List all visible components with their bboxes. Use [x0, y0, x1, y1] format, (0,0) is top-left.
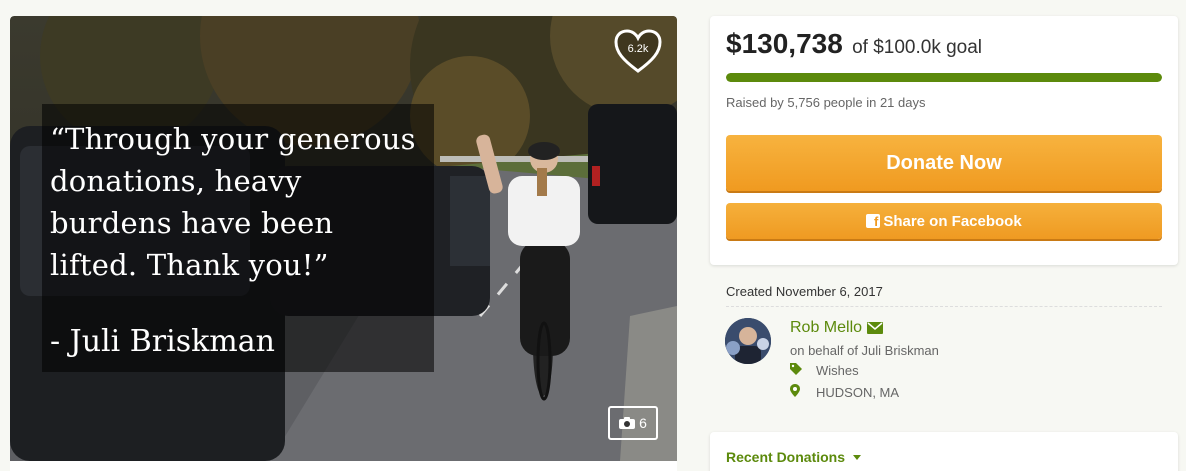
- raised-summary: $130,738 of $100.0k goal: [726, 28, 982, 60]
- caret-down-icon: [853, 454, 862, 460]
- tag-icon: [790, 363, 816, 378]
- photo-count-label: 6: [639, 415, 647, 431]
- camera-icon: [619, 417, 636, 429]
- photo-gallery-button[interactable]: 6: [608, 406, 658, 440]
- avatar-image: [725, 318, 771, 364]
- category-label[interactable]: Wishes: [816, 363, 859, 378]
- recent-donations-card: Recent Donations: [710, 432, 1178, 471]
- envelope-icon[interactable]: [867, 322, 884, 334]
- quote-overlay: “Through your generous donations, heavy …: [42, 104, 434, 372]
- donation-summary-card: $130,738 of $100.0k goal Raised by 5,756…: [710, 16, 1178, 265]
- heart-count: 6.2k: [627, 43, 649, 55]
- organizer-name-link[interactable]: Rob Mello: [790, 319, 884, 337]
- divider: [726, 306, 1162, 307]
- map-pin-icon: [790, 384, 816, 400]
- amount-raised: $130,738: [726, 28, 843, 59]
- quote-author: - Juli Briskman: [50, 324, 275, 359]
- quote-line: burdens have been: [50, 206, 334, 240]
- quote-line: lifted. Thank you!”: [50, 248, 329, 282]
- campaign-media-card: “Through your generous donations, heavy …: [10, 16, 677, 471]
- location-label: HUDSON, MA: [816, 384, 900, 400]
- recent-donations-toggle[interactable]: Recent Donations: [726, 449, 862, 465]
- goal-text: of $100.0k goal: [852, 37, 983, 58]
- category-row: Wishes: [790, 363, 859, 378]
- organizer-name: Rob Mello: [790, 319, 863, 336]
- quote-line: donations, heavy: [50, 164, 302, 198]
- share-facebook-button[interactable]: f Share on Facebook: [726, 203, 1162, 239]
- heart-button[interactable]: 6.2k: [613, 28, 663, 74]
- recent-donations-label: Recent Donations: [726, 449, 846, 465]
- donate-now-button[interactable]: Donate Now: [726, 135, 1162, 191]
- created-date: Created November 6, 2017: [726, 284, 883, 299]
- location-row: HUDSON, MA: [790, 384, 899, 400]
- goal-progress-fill: [726, 73, 1162, 82]
- goal-progress-bar: [726, 73, 1162, 82]
- organizer-avatar[interactable]: [725, 318, 771, 364]
- share-facebook-label: Share on Facebook: [883, 212, 1022, 230]
- quote-line: “Through your generous: [50, 122, 416, 156]
- behalf-text: on behalf of Juli Briskman: [790, 343, 939, 358]
- campaign-photo[interactable]: “Through your generous donations, heavy …: [10, 16, 677, 461]
- raised-by-text: Raised by 5,756 people in 21 days: [726, 95, 926, 110]
- facebook-icon: f: [866, 214, 881, 229]
